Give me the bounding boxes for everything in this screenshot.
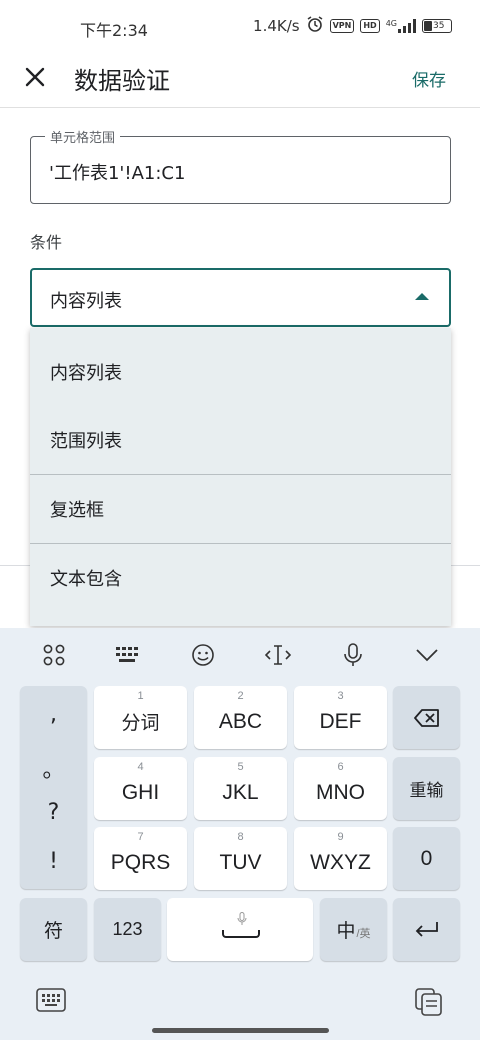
vpn-badge: VPN — [329, 19, 355, 33]
network-speed: 1.4K/s — [253, 17, 300, 35]
collapse-keyboard-icon[interactable] — [414, 642, 440, 668]
clipboard-icon[interactable] — [415, 988, 445, 1016]
soft-keyboard: , 。 ? ! 1 分词 2 ABC 3 DEF 4 GHI 5 JKL 6 M… — [0, 628, 480, 1040]
key-6[interactable]: 6 MNO — [294, 757, 387, 820]
cell-range-label: 单元格范围 — [45, 127, 121, 146]
key-9[interactable]: 9 WXYZ — [294, 827, 387, 890]
cell-range-field[interactable]: 单元格范围 '工作表1'!A1:C1 — [30, 127, 451, 204]
number-key[interactable]: 123 — [94, 898, 161, 961]
battery-icon: 35 — [422, 19, 452, 33]
keyboard-toolbar — [0, 628, 480, 682]
punct-period-key[interactable]: 。 — [20, 752, 87, 784]
status-bar: 下午2:34 1.4K/s VPN HD 4G 35 — [0, 0, 480, 56]
enter-key[interactable] — [393, 898, 460, 961]
cursor-move-icon[interactable] — [265, 642, 291, 668]
punct-exclaim-key[interactable]: ! — [20, 849, 87, 874]
caret-up-icon — [415, 293, 429, 300]
emoji-icon[interactable] — [190, 642, 216, 668]
zero-key[interactable]: 0 — [393, 827, 460, 890]
voice-input-icon[interactable] — [340, 642, 366, 668]
hd-badge: HD — [360, 19, 380, 33]
enter-icon — [415, 921, 438, 937]
key-2[interactable]: 2 ABC — [194, 686, 287, 749]
alarm-icon — [306, 15, 324, 37]
home-indicator[interactable] — [152, 1028, 329, 1033]
backspace-key[interactable] — [393, 686, 460, 749]
status-indicators: 1.4K/s VPN HD 4G 35 — [253, 15, 452, 37]
lang-switch-key[interactable]: 中/英 — [320, 898, 387, 961]
condition-label: 条件 — [30, 233, 63, 252]
dropdown-item[interactable]: 范围列表 — [30, 406, 451, 474]
condition-value: 内容列表 — [50, 291, 122, 312]
save-button[interactable]: 保存 — [412, 66, 446, 91]
key-5[interactable]: 5 JKL — [194, 757, 287, 820]
app-bar: 数据验证 保存 — [0, 56, 480, 108]
battery-level: 35 — [433, 21, 445, 31]
key-3[interactable]: 3 DEF — [294, 686, 387, 749]
dropdown-item[interactable]: 内容列表 — [30, 338, 451, 406]
punctuation-column[interactable]: , 。 ? ! — [20, 686, 87, 889]
signal-type: 4G — [385, 19, 397, 28]
reenter-key[interactable]: 重输 — [393, 757, 460, 820]
condition-select[interactable]: 内容列表 — [30, 268, 451, 327]
status-time: 下午2:34 — [80, 21, 148, 40]
apps-grid-icon[interactable] — [41, 642, 67, 668]
key-8[interactable]: 8 TUV — [194, 827, 287, 890]
key-4[interactable]: 4 GHI — [94, 757, 187, 820]
cell-range-value: '工作表1'!A1:C1 — [49, 163, 186, 184]
signal-icon: 4G — [386, 19, 416, 33]
page-title: 数据验证 — [74, 67, 170, 95]
backspace-icon — [413, 708, 439, 727]
close-button[interactable] — [22, 64, 48, 90]
space-key[interactable] — [167, 898, 313, 961]
dropdown-item[interactable]: 复选框 — [30, 474, 451, 542]
switch-keyboard-icon[interactable] — [36, 988, 66, 1016]
punct-comma-key[interactable]: , — [20, 702, 87, 727]
space-icon — [222, 930, 260, 938]
key-7[interactable]: 7 PQRS — [94, 827, 187, 890]
keyboard-layout-icon[interactable] — [114, 642, 140, 668]
key-1[interactable]: 1 分词 — [94, 686, 187, 749]
dropdown-item[interactable]: 文本包含 — [30, 543, 451, 611]
close-icon — [25, 67, 45, 87]
punct-question-key[interactable]: ? — [20, 800, 87, 825]
symbol-key[interactable]: 符 — [20, 898, 87, 961]
condition-dropdown-menu: 内容列表 范围列表 复选框 文本包含 — [30, 328, 451, 626]
mic-icon — [237, 912, 247, 925]
